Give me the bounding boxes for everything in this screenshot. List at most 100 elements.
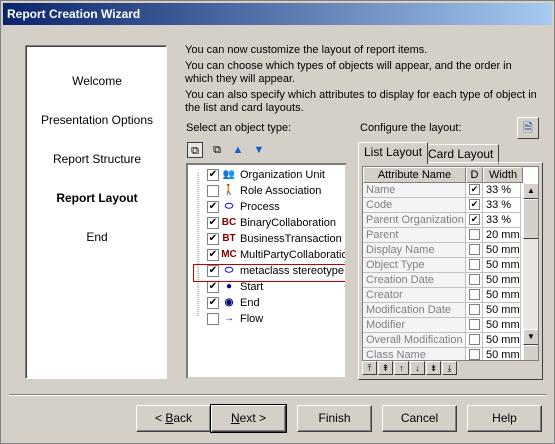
tree-item-checkbox[interactable]: ✔ bbox=[207, 233, 219, 245]
table-row[interactable]: Parent Organization ✔ 33 % bbox=[363, 213, 538, 228]
display-checkbox[interactable] bbox=[469, 259, 480, 270]
tree-item[interactable]: ✔ MC MultiPartyCollaboration bbox=[188, 247, 345, 263]
column-header-width[interactable]: Width bbox=[483, 167, 523, 183]
display-cell[interactable] bbox=[466, 273, 483, 288]
move-down-icon[interactable]: ▼ bbox=[251, 142, 267, 158]
attribute-grid[interactable]: Attribute Name D Width Name ✔ 33 % Code ✔ 33 … bbox=[362, 166, 539, 361]
tree-item-checkbox[interactable]: ✔ bbox=[207, 169, 219, 181]
width-cell[interactable]: 50 mm bbox=[483, 318, 521, 333]
width-cell[interactable]: 50 mm bbox=[483, 288, 521, 303]
table-row[interactable]: Name ✔ 33 % bbox=[363, 183, 538, 198]
column-header-d[interactable]: D bbox=[466, 167, 483, 183]
attribute-name-cell[interactable]: Overall Modification bbox=[363, 333, 466, 348]
width-cell[interactable]: 50 mm bbox=[483, 243, 521, 258]
help-button[interactable]: Help bbox=[467, 405, 542, 432]
width-cell[interactable]: 33 % bbox=[483, 198, 521, 213]
column-header-attribute-name[interactable]: Attribute Name bbox=[363, 167, 466, 183]
width-cell[interactable]: 20 mm bbox=[483, 228, 521, 243]
tree-item-checkbox[interactable]: ✔ bbox=[207, 201, 219, 213]
attribute-name-cell[interactable]: Parent Organization bbox=[363, 213, 466, 228]
tree-item[interactable]: ✔ BC BinaryCollaboration bbox=[188, 215, 345, 231]
display-checkbox[interactable]: ✔ bbox=[469, 214, 480, 225]
attribute-name-cell[interactable]: Parent bbox=[363, 228, 466, 243]
move-bottom-icon[interactable]: ⤓ bbox=[442, 361, 457, 375]
table-row[interactable]: Creator 50 mm bbox=[363, 288, 538, 303]
tree-item-checkbox[interactable]: ✔ bbox=[207, 281, 219, 293]
width-cell[interactable]: 50 mm bbox=[483, 348, 521, 360]
display-checkbox[interactable]: ✔ bbox=[469, 184, 480, 195]
table-row[interactable]: Creation Date 50 mm bbox=[363, 273, 538, 288]
tree-item-checkbox[interactable]: ✔ bbox=[207, 217, 219, 229]
display-cell[interactable] bbox=[466, 348, 483, 360]
move-up-icon[interactable]: ▲ bbox=[230, 142, 246, 158]
display-checkbox[interactable] bbox=[469, 319, 480, 330]
width-cell[interactable]: 50 mm bbox=[483, 258, 521, 273]
table-row[interactable]: Display Name 50 mm bbox=[363, 243, 538, 258]
table-row[interactable]: Modification Date 50 mm bbox=[363, 303, 538, 318]
width-cell[interactable]: 50 mm bbox=[483, 273, 521, 288]
attribute-name-cell[interactable]: Modification Date bbox=[363, 303, 466, 318]
width-cell[interactable]: 50 mm bbox=[483, 303, 521, 318]
display-cell[interactable] bbox=[466, 333, 483, 348]
display-cell[interactable] bbox=[466, 258, 483, 273]
move-up-row-icon[interactable]: ↑ bbox=[394, 361, 409, 375]
width-cell[interactable]: 50 mm bbox=[483, 333, 521, 348]
table-row[interactable]: Modifier 50 mm bbox=[363, 318, 538, 333]
display-cell[interactable]: ✔ bbox=[466, 213, 483, 228]
cancel-button[interactable]: Cancel bbox=[382, 405, 457, 432]
display-checkbox[interactable] bbox=[469, 274, 480, 285]
properties-button[interactable]: 🗎 bbox=[517, 117, 539, 139]
tree-item[interactable]: ✔ 👥 Organization Unit bbox=[188, 167, 345, 183]
table-row[interactable]: Code ✔ 33 % bbox=[363, 198, 538, 213]
table-row[interactable]: Object Type 50 mm bbox=[363, 258, 538, 273]
scroll-down-icon[interactable]: ▼ bbox=[523, 329, 538, 345]
finish-button[interactable]: Finish bbox=[297, 405, 372, 432]
tree-item[interactable]: → Flow bbox=[188, 311, 345, 327]
width-cell[interactable]: 33 % bbox=[483, 213, 521, 228]
attribute-name-cell[interactable]: Object Type bbox=[363, 258, 466, 273]
tab-list-layout[interactable]: List Layout bbox=[358, 142, 429, 164]
attribute-name-cell[interactable]: Modifier bbox=[363, 318, 466, 333]
attribute-name-cell[interactable]: Name bbox=[363, 183, 466, 198]
display-checkbox[interactable] bbox=[469, 244, 480, 255]
attribute-name-cell[interactable]: Class Name bbox=[363, 348, 466, 360]
tab-card-layout[interactable]: Card Layout bbox=[422, 144, 500, 164]
display-cell[interactable]: ✔ bbox=[466, 183, 483, 198]
scroll-thumb[interactable] bbox=[523, 199, 538, 239]
attribute-name-cell[interactable]: Creation Date bbox=[363, 273, 466, 288]
grid-vertical-scrollbar[interactable]: ▲ ▼ bbox=[523, 183, 538, 360]
display-cell[interactable]: ✔ bbox=[466, 198, 483, 213]
width-cell[interactable]: 33 % bbox=[483, 183, 521, 198]
tree-item-checkbox[interactable] bbox=[207, 313, 219, 325]
move-page-up-icon[interactable]: ⇞ bbox=[378, 361, 393, 375]
table-row[interactable]: Parent 20 mm bbox=[363, 228, 538, 243]
back-button[interactable]: < Back bbox=[136, 405, 211, 432]
attribute-name-cell[interactable]: Code bbox=[363, 198, 466, 213]
table-row[interactable]: Class Name 50 mm bbox=[363, 348, 538, 360]
display-cell[interactable] bbox=[466, 318, 483, 333]
attribute-name-cell[interactable]: Creator bbox=[363, 288, 466, 303]
tree-item[interactable]: 🚶 Role Association bbox=[188, 183, 345, 199]
display-checkbox[interactable] bbox=[469, 289, 480, 300]
display-checkbox[interactable]: ✔ bbox=[469, 199, 480, 210]
display-cell[interactable] bbox=[466, 243, 483, 258]
display-cell[interactable] bbox=[466, 303, 483, 318]
display-cell[interactable] bbox=[466, 228, 483, 243]
tree-item[interactable]: ✔ ◉ End bbox=[188, 295, 345, 311]
tree-item[interactable]: ✔ BT BusinessTransaction bbox=[188, 231, 345, 247]
move-top-icon[interactable]: ⤒ bbox=[362, 361, 377, 375]
display-checkbox[interactable] bbox=[469, 229, 480, 240]
display-checkbox[interactable] bbox=[469, 349, 480, 360]
tree-item-checkbox[interactable]: ✔ bbox=[207, 249, 219, 261]
next-button[interactable]: Next > bbox=[210, 404, 287, 433]
deselect-all-icon[interactable]: ⧉ bbox=[209, 142, 225, 158]
move-down-row-icon[interactable]: ↓ bbox=[410, 361, 425, 375]
scroll-up-icon[interactable]: ▲ bbox=[523, 183, 538, 199]
select-all-icon[interactable]: ⧉ bbox=[187, 142, 203, 158]
display-checkbox[interactable] bbox=[469, 304, 480, 315]
tree-item-checkbox[interactable]: ✔ bbox=[207, 297, 219, 309]
object-type-tree[interactable]: ✔ 👥 Organization Unit 🚶 Role Association ✔ ⬭ Pr… bbox=[186, 163, 347, 379]
display-checkbox[interactable] bbox=[469, 334, 480, 345]
tree-item-checkbox[interactable] bbox=[207, 185, 219, 197]
move-page-down-icon[interactable]: ⇟ bbox=[426, 361, 441, 375]
